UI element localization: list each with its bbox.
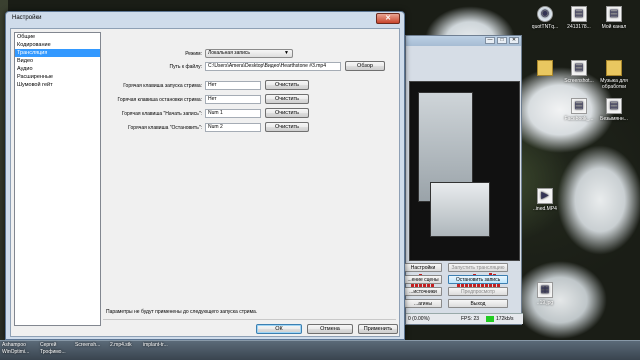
settings-nav-list[interactable]: Общие Кодирование Трансляция Видео Аудио…	[14, 32, 101, 326]
settings-dialog[interactable]: Настройки ✕ Общие Кодирование Трансляция…	[5, 11, 405, 340]
document-icon: ▤	[606, 98, 622, 114]
close-icon[interactable]: ✕	[376, 13, 400, 24]
apply-button[interactable]: Применить	[358, 324, 398, 334]
hotkey-start-stream-clear-button[interactable]: Очистить	[265, 80, 309, 90]
desktop-icon-screenshot[interactable]: ▤ Screenshot...	[559, 60, 599, 84]
mode-label: Режим:	[185, 51, 202, 57]
nav-item-video[interactable]: Видео	[15, 57, 100, 65]
obs-scene-edit-button[interactable]: ...ение сцены	[404, 275, 442, 284]
document-icon: ◉	[537, 6, 553, 22]
taskbar-item-sergey[interactable]: Сергей Трофимо...	[40, 342, 74, 356]
taskbar-item-mp4[interactable]: 2.mp4.stk	[110, 342, 144, 349]
desktop-icon-mp4[interactable]: ▶ ..ined.MP4	[525, 188, 565, 212]
folder-icon	[537, 60, 553, 76]
desktop-icon-2413178[interactable]: ▤ 2413178...	[559, 6, 599, 30]
divider	[103, 319, 396, 320]
nav-item-general[interactable]: Общие	[15, 33, 100, 41]
maximize-icon[interactable]: □	[497, 37, 507, 44]
desktop-icon-my-channel[interactable]: ▤ Мой канал	[594, 6, 634, 30]
bitrate-readout: 172kb/s	[496, 316, 514, 322]
chevron-down-icon: ▼	[284, 50, 289, 56]
taskbar-item-screenshot[interactable]: Screensh...	[75, 342, 109, 349]
nav-item-audio[interactable]: Аудио	[15, 65, 100, 73]
hotkey-stop-field[interactable]: Num 2	[205, 123, 261, 132]
mode-select[interactable]: Локальная запись ▼	[205, 49, 293, 58]
preview-screen-nested	[430, 182, 490, 237]
obs-sources-button[interactable]: ...источники	[404, 287, 442, 296]
nav-item-advanced[interactable]: Расширенные	[15, 73, 100, 81]
nav-item-broadcast[interactable]: Трансляция	[15, 49, 100, 57]
browse-button[interactable]: Обзор	[345, 61, 385, 71]
obs-exit-button[interactable]: Выход	[448, 299, 508, 308]
taskbar-item-ashampoo[interactable]: Ashampoo WinOptimi...	[2, 342, 36, 356]
dropped-frames: 0 (0.00%)	[408, 316, 430, 322]
obs-stop-recording-button[interactable]: Остановить запись	[448, 275, 508, 284]
obs-button-row-1: Настройки Запустить трансляцию	[404, 263, 523, 273]
nav-item-noise-gate[interactable]: Шумовой гейт	[15, 81, 100, 89]
close-icon[interactable]: ✕	[509, 37, 519, 44]
desktop-icon-untitled[interactable]: ▤ Безымянн...	[594, 98, 634, 122]
nav-item-encoding[interactable]: Кодирование	[15, 41, 100, 49]
hotkey-stop-stream-field[interactable]: Нет	[205, 95, 261, 104]
cancel-button[interactable]: Отмена	[307, 324, 353, 334]
hotkey-start-stream-field[interactable]: Нет	[205, 81, 261, 90]
document-icon: ▤	[571, 60, 587, 76]
apply-note: Параметры не будут применены до следующе…	[106, 309, 258, 315]
obs-status-bar: 0 (0.00%) FPS: 23 172kb/s	[406, 313, 523, 324]
file-path-label: Путь к файлу:	[169, 64, 202, 70]
folder-icon	[606, 60, 622, 76]
status-ok-indicator	[486, 316, 494, 322]
hotkey-stop-stream-clear-button[interactable]: Очистить	[265, 94, 309, 104]
hotkey-stop-clear-button[interactable]: Очистить	[265, 122, 309, 132]
obs-preview	[409, 81, 520, 261]
obs-plugins-button[interactable]: ...агины	[404, 299, 442, 308]
fps-readout: FPS: 23	[461, 316, 480, 322]
video-icon: ▶	[537, 188, 553, 204]
ok-button[interactable]: ОК	[256, 324, 302, 334]
image-icon: ▦	[537, 282, 553, 298]
obs-button-row-2: ...ение сцены Остановить запись	[404, 275, 523, 285]
taskbar: Ashampoo WinOptimi... Сергей Трофимо... …	[0, 340, 640, 360]
hotkey-stop-row: Горячая клавиша "Остановить":	[106, 123, 202, 133]
file-path-field[interactable]: C:\Users\Amera\Desktop\Видео\Hearthstone…	[205, 62, 341, 71]
desktop-icon-jpg[interactable]: ▦ ..19.jpg	[525, 282, 565, 306]
minimize-icon[interactable]: —	[485, 37, 495, 44]
document-icon: ▤	[571, 6, 587, 22]
hotkey-label: Горячая клавиша остановки стрима:	[117, 97, 202, 103]
dialog-title: Настройки	[12, 15, 42, 21]
document-icon: ▤	[571, 98, 587, 114]
taskbar-item-implant[interactable]: implant-tr...	[143, 342, 177, 349]
obs-main-window[interactable]: — □ ✕ Настройки Запустить трансляцию ...…	[404, 35, 523, 325]
desktop-icon-facebook[interactable]: ▤ Facebook_...	[559, 98, 599, 122]
mode-row: Режим:	[106, 49, 202, 59]
file-path-row: Путь к файлу:	[106, 62, 202, 72]
obs-button-row-3: ...источники Предпросмотр	[404, 287, 523, 297]
obs-preview-button[interactable]: Предпросмотр	[448, 287, 508, 296]
hotkey-label: Горячая клавиша "Начать запись":	[121, 111, 202, 117]
obs-start-stream-button[interactable]: Запустить трансляцию	[448, 263, 508, 272]
hotkey-start-stream-row: Горячая клавиша запуска стрима:	[106, 81, 202, 91]
hotkey-start-record-field[interactable]: Num 1	[205, 109, 261, 118]
obs-settings-button[interactable]: Настройки	[404, 263, 442, 272]
hotkey-start-record-row: Горячая клавиша "Начать запись":	[106, 109, 202, 119]
obs-titlebar: — □ ✕	[406, 36, 521, 46]
desktop-icon-music-folder[interactable]: Музыка для обработки	[594, 60, 634, 90]
obs-button-row-4: ...агины Выход	[404, 299, 523, 309]
hotkey-label: Горячая клавиша "Остановить":	[128, 125, 202, 131]
hotkey-label: Горячая клавиша запуска стрима:	[123, 83, 202, 89]
hotkey-stop-stream-row: Горячая клавиша остановки стрима:	[106, 95, 202, 105]
hotkey-start-record-clear-button[interactable]: Очистить	[265, 108, 309, 118]
document-icon: ▤	[606, 6, 622, 22]
dialog-client-area: Общие Кодирование Трансляция Видео Аудио…	[10, 28, 400, 337]
